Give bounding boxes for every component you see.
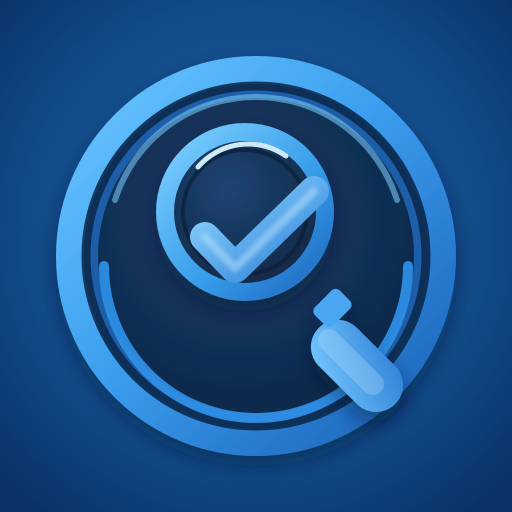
search-check-icon bbox=[0, 0, 512, 512]
search-check-icon-canvas bbox=[0, 0, 512, 512]
